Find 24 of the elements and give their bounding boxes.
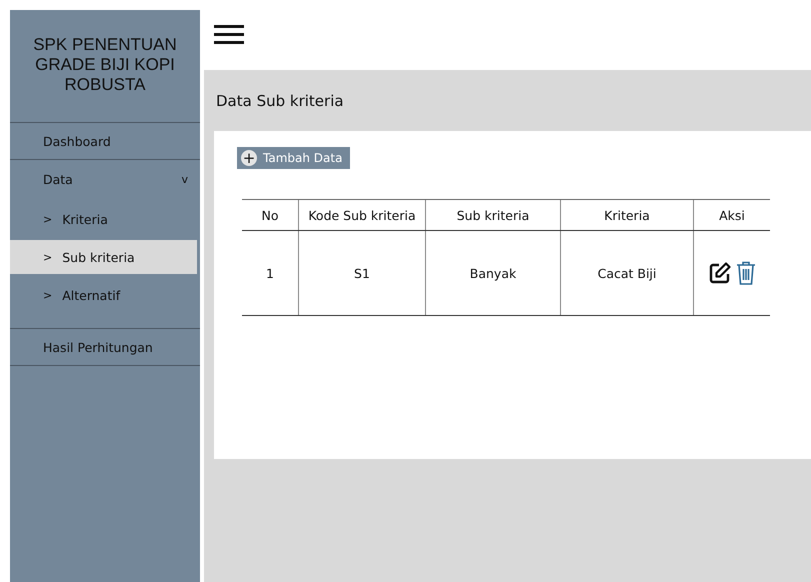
menu-icon[interactable] <box>214 24 244 46</box>
sidebar-subitem[interactable]: > Sub kriteria <box>10 240 197 274</box>
add-data-button[interactable]: + Tambah Data <box>237 147 350 169</box>
sidebar-subitem[interactable]: > Kriteria <box>10 202 197 236</box>
table-cell: Banyak <box>426 230 560 316</box>
sidebar-item[interactable]: Hasil Perhitungan <box>10 329 200 366</box>
column-header: Sub kriteria <box>426 200 560 230</box>
sidebar-subitem[interactable]: > Alternatif <box>10 278 197 312</box>
plus-icon: + <box>241 150 257 166</box>
toggle-caret: v <box>181 172 188 186</box>
table-cell: S1 <box>298 230 426 316</box>
column-header: Kriteria <box>560 200 694 230</box>
sidebar-item[interactable]: Dashboard <box>10 123 200 160</box>
app-title: SPK PENENTUAN GRADE BIJI KOPI ROBUSTA <box>10 10 200 123</box>
column-header: Aksi <box>694 200 770 230</box>
page-title: Data Sub kriteria <box>216 92 344 110</box>
table-cell: Cacat Biji <box>560 230 694 316</box>
column-header: Kode Sub kriteria <box>298 200 426 230</box>
sidebar-group[interactable]: Data v <box>10 160 200 198</box>
column-header: No <box>242 200 298 230</box>
edit-icon[interactable] <box>708 261 732 285</box>
trash-icon[interactable] <box>736 261 756 285</box>
group-label: Data <box>43 172 73 186</box>
table-cell: 1 <box>242 230 298 316</box>
